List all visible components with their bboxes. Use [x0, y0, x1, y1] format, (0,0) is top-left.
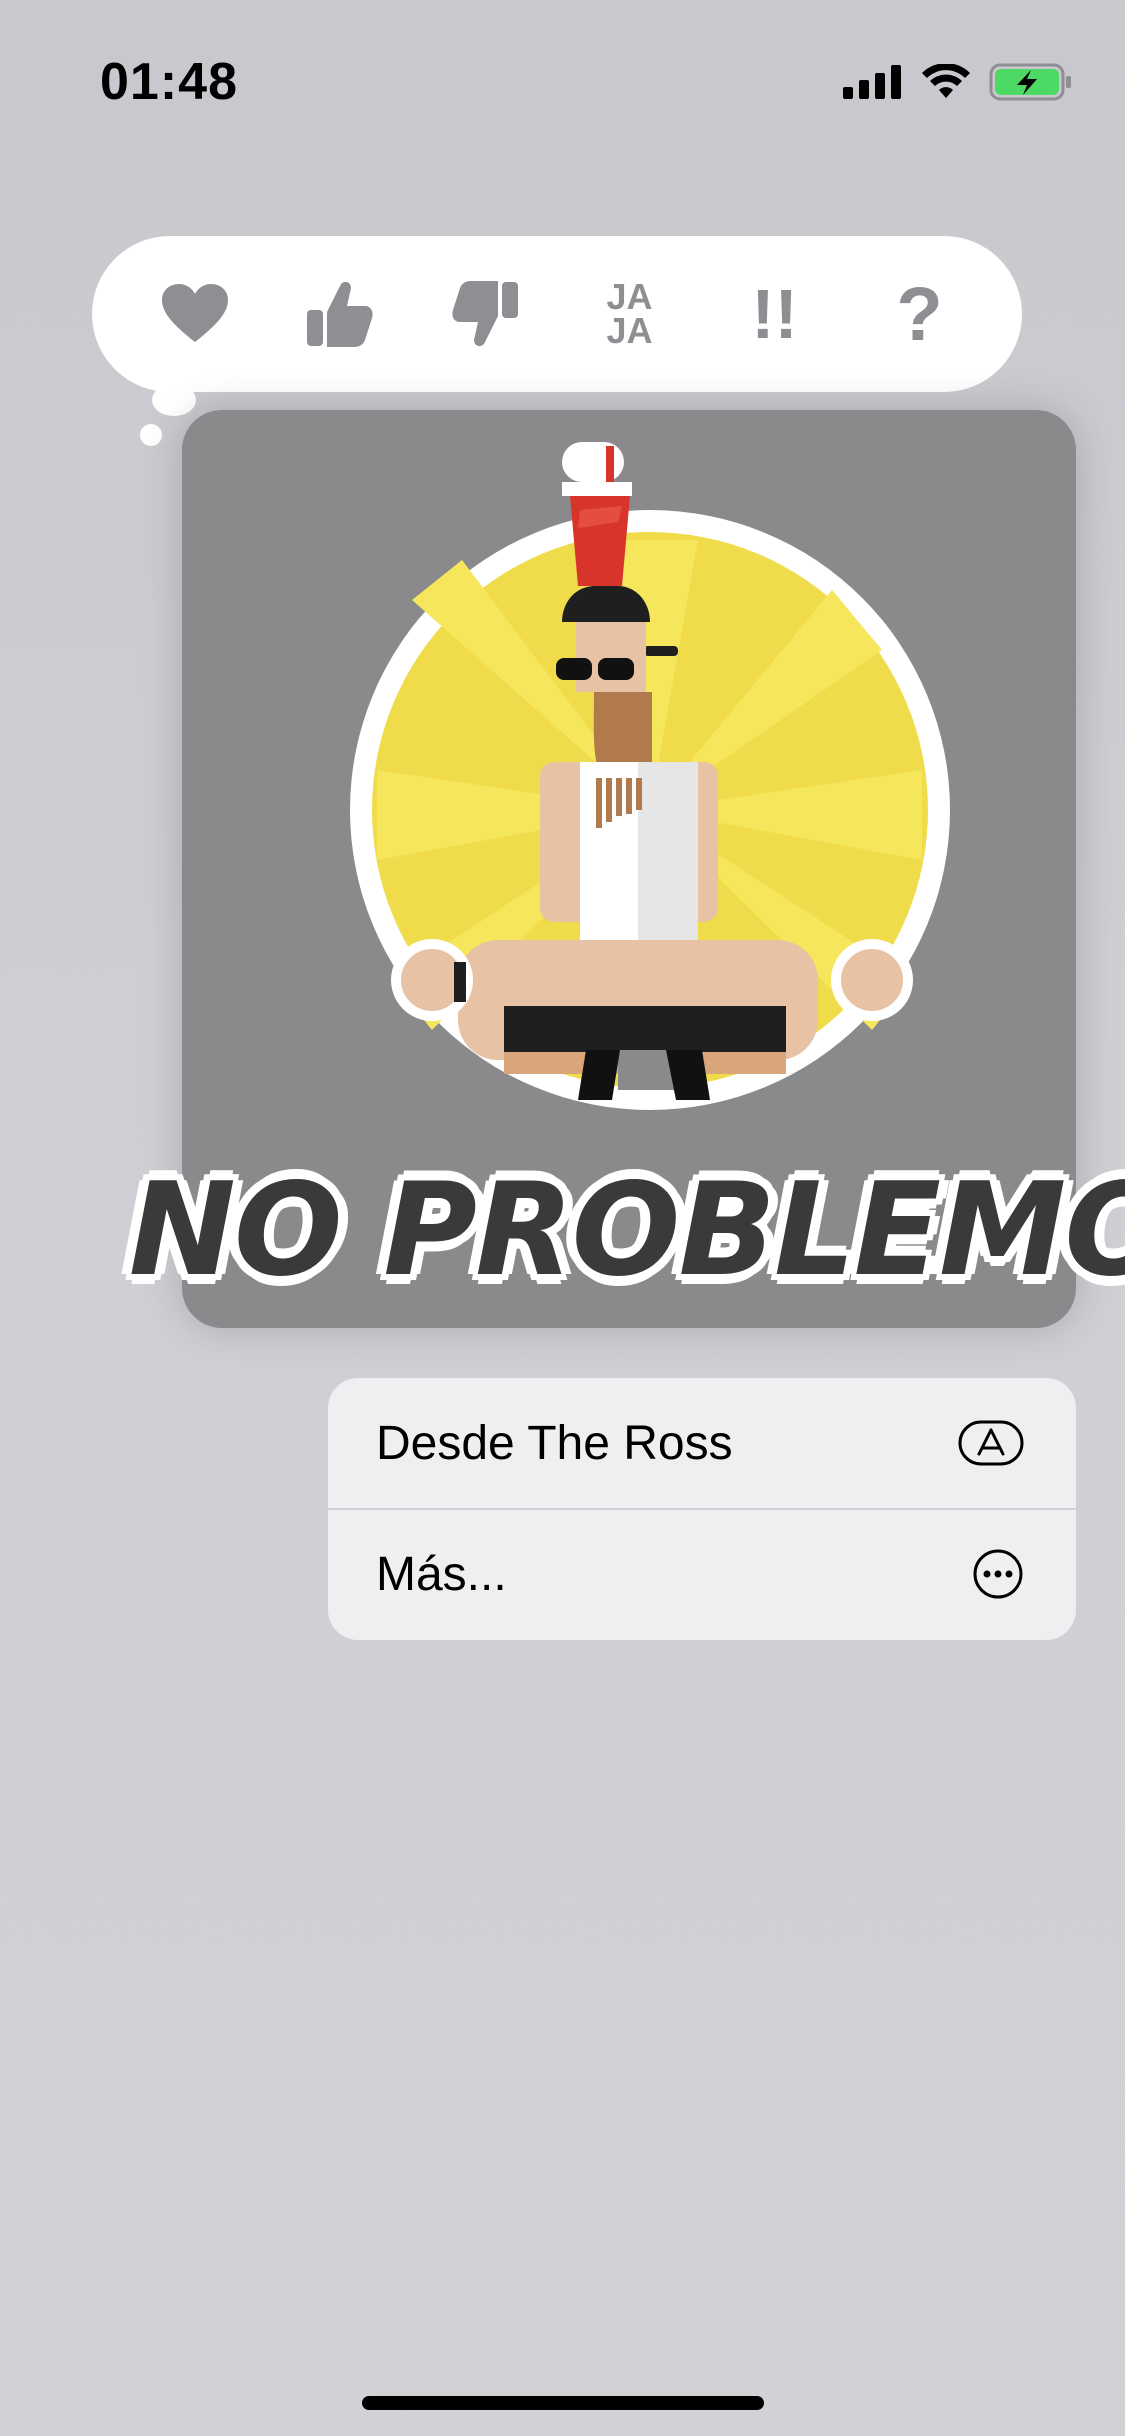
- app-store-icon: [958, 1420, 1024, 1466]
- tapback-thumbs-up[interactable]: [290, 264, 390, 364]
- sticker-caption-text: NO PROBLEMO: [128, 1155, 1125, 1305]
- tapback-exclamation[interactable]: !!: [725, 264, 825, 364]
- haha-line-1: JA: [606, 276, 653, 317]
- menu-item-from-app[interactable]: Desde The Ross: [328, 1378, 1076, 1508]
- menu-item-more-label: Más...: [376, 1547, 507, 1601]
- menu-item-from-app-label: Desde The Ross: [376, 1416, 733, 1470]
- tapback-thumbs-down[interactable]: [435, 264, 535, 364]
- more-ellipsis-icon: [973, 1549, 1023, 1599]
- wifi-icon: [922, 64, 970, 98]
- sticker-caption: NO PROBLEMO: [129, 1140, 1125, 1320]
- haha-line-2: JA: [606, 310, 653, 351]
- question-icon: ?: [896, 271, 943, 357]
- heart-icon: [161, 284, 228, 342]
- tapback-haha[interactable]: JA JA: [580, 264, 680, 364]
- thumbs-down-icon: [451, 281, 518, 347]
- haha-icon: JA JA: [606, 276, 653, 351]
- bubble-tail-small: [140, 424, 162, 446]
- battery-charging-icon: [989, 63, 1071, 101]
- menu-item-more[interactable]: Más...: [328, 1508, 1076, 1638]
- exclamation-icon: !!: [751, 275, 798, 353]
- cellular-signal-icon: [843, 65, 901, 99]
- status-icons: [843, 62, 1073, 102]
- home-indicator[interactable]: [362, 2396, 764, 2410]
- tapback-question[interactable]: ?: [870, 264, 970, 364]
- thumbs-up-icon: [306, 281, 373, 347]
- context-menu: Desde The Ross Más...: [328, 1378, 1076, 1640]
- status-bar: 01:48: [0, 0, 1125, 150]
- tapback-reactions: JA JA !! ?: [92, 236, 1022, 392]
- tapback-heart[interactable]: [145, 264, 245, 364]
- status-time: 01:48: [100, 53, 238, 111]
